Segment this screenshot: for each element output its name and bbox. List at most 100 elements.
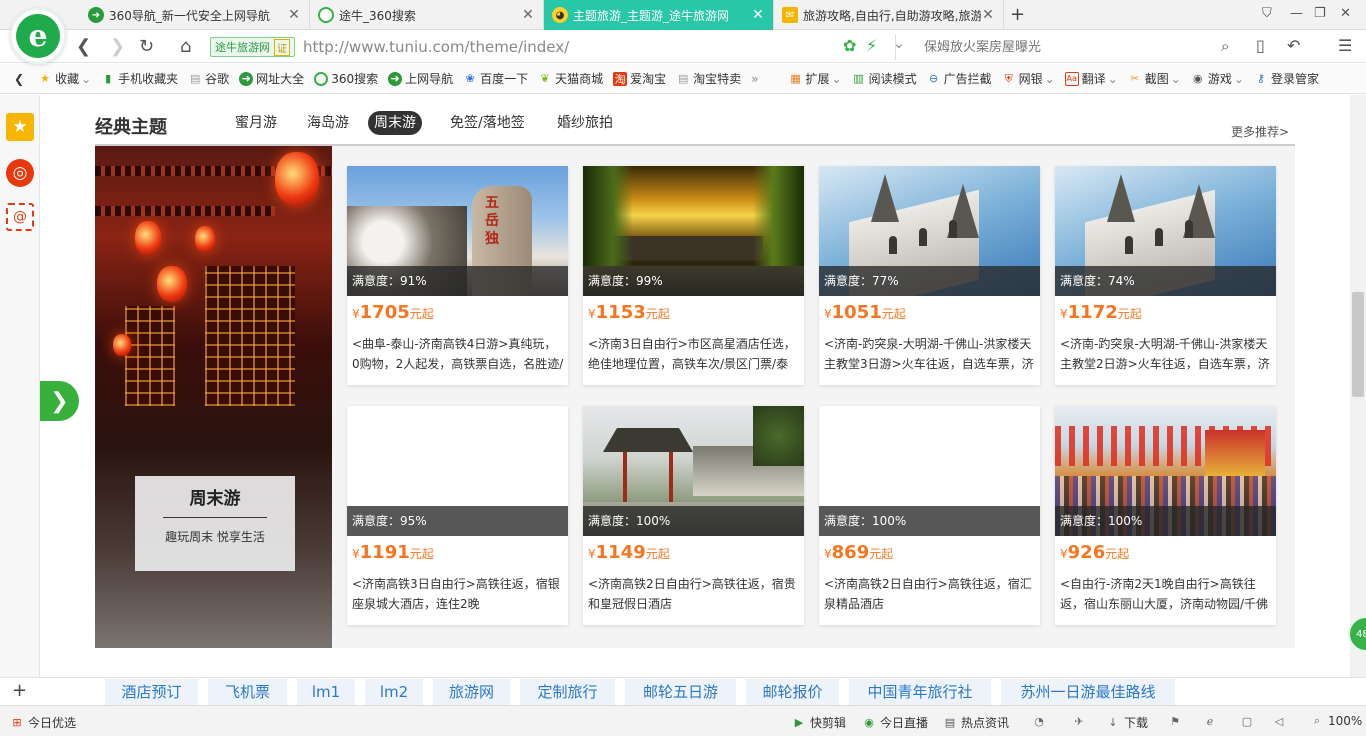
product-card[interactable]: 满意度：100% ¥926元起 <自由行-济南2天1晚自由行>高铁往返，宿山东丽山大… [1055,406,1276,625]
product-card[interactable]: 满意度：99% ¥1153元起 <济南3日自由行>市区高星酒店任选，绝佳地理位置，高… [583,166,804,385]
status-icon[interactable]: ✈ [1072,714,1090,728]
bookmark-item[interactable]: ❦ 天猫商城 [538,70,604,87]
tool-item[interactable]: ⊖ 广告拦截 [927,70,992,87]
weibo-icon[interactable]: ◎ [6,159,34,187]
product-title-link[interactable]: <济南高铁2日自由行>高铁往返，宿汇泉精品酒店 [824,574,1036,614]
forward-icon[interactable]: ❯ [110,36,125,57]
speed-icon[interactable]: ⚡ [866,36,877,55]
close-icon[interactable]: ✕ [287,7,301,23]
bookmark-item[interactable]: 360搜索 [314,70,378,87]
product-title-link[interactable]: <济南-趵突泉-大明湖-千佛山-洪家楼天主教堂3日游>火车往返，自选车票，济 [824,334,1036,374]
friend-link[interactable]: 邮轮报价 [746,679,839,705]
status-icon[interactable]: ▢ [1240,714,1258,728]
friend-link[interactable]: lm1 [297,679,355,705]
tool-item[interactable]: ✂ 截图 ⌄ [1128,70,1181,87]
scrollbar-thumb[interactable] [1352,292,1364,397]
theme-tab[interactable]: 海岛游 [301,111,355,135]
search-icon[interactable]: ⌕ [1221,37,1229,55]
browser-logo[interactable]: e [10,8,66,64]
tool-item[interactable]: ◉ 游戏 ⌄ [1191,70,1244,87]
home-icon[interactable]: ⌂ [180,36,191,57]
search-input[interactable] [924,39,1224,55]
status-icon[interactable]: ℯ [1203,714,1221,728]
hero-image[interactable]: 周末游 趣玩周末 悦享生活 [95,146,332,648]
tool-item[interactable]: ▥ 阅读模式 [852,70,916,87]
product-title-link[interactable]: <自由行-济南2天1晚自由行>高铁往返，宿山东丽山大厦，济南动物园/千佛 [1060,574,1272,614]
theme-tab[interactable]: 蜜月游 [229,111,283,135]
tool-item[interactable]: ▦ 扩展 ⌄ [789,70,841,87]
add-icon[interactable]: + [12,680,27,701]
menu-icon[interactable]: ☰ [1338,36,1352,55]
site-verify-badge[interactable]: 途牛旅游网证 [210,37,295,57]
bookmark-item[interactable]: 淘爱淘宝 [613,70,666,87]
new-tab-button[interactable]: + [1010,4,1025,25]
bookmark-item[interactable]: ★ 收藏 ⌄ [38,70,91,87]
theme-tab[interactable]: 免签/落地签 [444,111,531,135]
refresh-icon[interactable]: ↻ [139,36,154,57]
browser-tab-tuniu[interactable]: ◕ 主题旅游_主题游_途牛旅游网 ✕ [544,0,774,30]
friend-link[interactable]: 苏州一日游最佳路线 [1001,679,1175,705]
friend-link[interactable]: 邮轮五日游 [625,679,736,705]
tool-item[interactable]: ⚷ 登录管家 [1254,70,1319,87]
today-picks[interactable]: ⊞ 今日优选 [10,714,76,731]
tool-item[interactable]: ⛨ 网银 ⌄ [1002,70,1055,87]
bookmark-item[interactable]: ➜ 网址大全 [239,70,304,87]
friend-link[interactable]: 定制旅行 [520,679,615,705]
status-icon[interactable]: ⚑ [1168,714,1186,728]
friend-link[interactable]: 飞机票 [208,679,287,705]
product-title-link[interactable]: <济南-趵突泉-大明湖-千佛山-洪家楼天主教堂2日游>火车往返，自选车票，济 [1060,334,1272,374]
friend-link[interactable]: lm2 [365,679,423,705]
zoom-control[interactable]: ⌕ 100% [1310,714,1362,728]
mail-icon[interactable]: @ [6,203,34,231]
product-title-link[interactable]: <曲阜-泰山-济南高铁4日游>真纯玩，0购物，2人起发，高铁票自选，名胜迹/ [352,334,564,374]
status-item[interactable]: ↓ 下载 [1106,714,1148,731]
status-item[interactable]: ▶ 快剪辑 [792,714,846,731]
browser-tab-360-nav[interactable]: ➜ 360导航_新一代安全上网导航 ✕ [80,0,310,30]
expand-sidebar-button[interactable]: ❯ [40,381,79,421]
tool-item[interactable]: Aa 翻译 ⌄ [1064,70,1118,87]
bookmark-toggle-icon[interactable]: ❮ [14,72,24,86]
bookmark-item[interactable]: ▤ 淘宝特卖 [676,70,741,87]
mobile-icon[interactable]: ▯ [1256,36,1265,55]
bookmark-item[interactable]: ▤ 谷歌 [188,70,229,87]
status-item[interactable]: ◉ 今日直播 [862,714,928,731]
maximize-icon[interactable]: ❐ [1314,6,1326,21]
minimize-icon[interactable]: — [1290,6,1303,21]
close-icon[interactable]: ✕ [751,7,765,23]
more-bookmarks-icon[interactable]: » [751,72,758,86]
address-bar[interactable]: 途牛旅游网证 http://www.tuniu.com/theme/index/ [210,34,910,60]
status-icon[interactable]: ◁ [1272,714,1290,728]
status-label: 下载 [1124,716,1149,730]
product-title-link[interactable]: <济南高铁2日自由行>高铁往返，宿贵和皇冠假日酒店 [588,574,800,614]
bookmark-item[interactable]: ▮ 手机收藏夹 [101,70,178,87]
product-card[interactable]: 满意度：74% ¥1172元起 <济南-趵突泉-大明湖-千佛山-洪家楼天主教堂2日游… [1055,166,1276,385]
theme-tab-active[interactable]: 周末游 [368,111,422,135]
url-text[interactable]: http://www.tuniu.com/theme/index/ [303,38,569,56]
close-icon[interactable]: ✕ [521,7,535,23]
back-icon[interactable]: ❮ [76,36,91,57]
friend-link[interactable]: 中国青年旅行社 [849,679,991,705]
bookmark-item[interactable]: ➜ 上网导航 [388,70,453,87]
product-card[interactable]: 满意度：100% ¥1149元起 <济南高铁2日自由行>高铁往返，宿贵和皇冠假日酒店 [583,406,804,625]
friend-link[interactable]: 酒店预订 [105,679,198,705]
status-icon[interactable]: ◔ [1032,714,1050,728]
product-title-link[interactable]: <济南高铁3日自由行>高铁往返，宿银座泉城大酒店，连住2晚 [352,574,564,614]
product-card[interactable]: 五岳独满意度：91% ¥1705元起 <曲阜-泰山-济南高铁4日游>真纯玩，0购物，… [347,166,568,385]
close-icon[interactable]: ✕ [981,7,995,23]
product-card[interactable]: 满意度：95% ¥1191元起 <济南高铁3日自由行>高铁往返，宿银座泉城大酒店，连… [347,406,568,625]
undo-icon[interactable]: ↶ [1287,36,1300,55]
friend-link[interactable]: 旅游网 [433,679,510,705]
safety-icon[interactable]: ✿ [843,36,856,55]
browser-tab-guide[interactable]: ✉ 旅游攻略,自由行,自助游攻略,旅游 ✕ [774,0,1004,30]
favorites-star-icon[interactable]: ★ [6,113,34,141]
product-title-link[interactable]: <济南3日自由行>市区高星酒店任选，绝佳地理位置，高铁车次/景区门票/泰 [588,334,800,374]
status-item[interactable]: ▤ 热点资讯 [943,714,1009,731]
skin-icon[interactable]: ⛉ [1262,6,1272,21]
more-recommend-link[interactable]: 更多推荐> [1231,123,1289,140]
theme-tab[interactable]: 婚纱旅拍 [551,111,619,135]
product-card[interactable]: 满意度：100% ¥869元起 <济南高铁2日自由行>高铁往返，宿汇泉精品酒店 [819,406,1040,625]
browser-tab-360-search[interactable]: 途牛_360搜索 ✕ [310,0,544,30]
bookmark-item[interactable]: ❀ 百度一下 [463,70,529,87]
product-card[interactable]: 满意度：77% ¥1051元起 <济南-趵突泉-大明湖-千佛山-洪家楼天主教堂3日游… [819,166,1040,385]
close-window-icon[interactable]: ✕ [1340,6,1351,21]
